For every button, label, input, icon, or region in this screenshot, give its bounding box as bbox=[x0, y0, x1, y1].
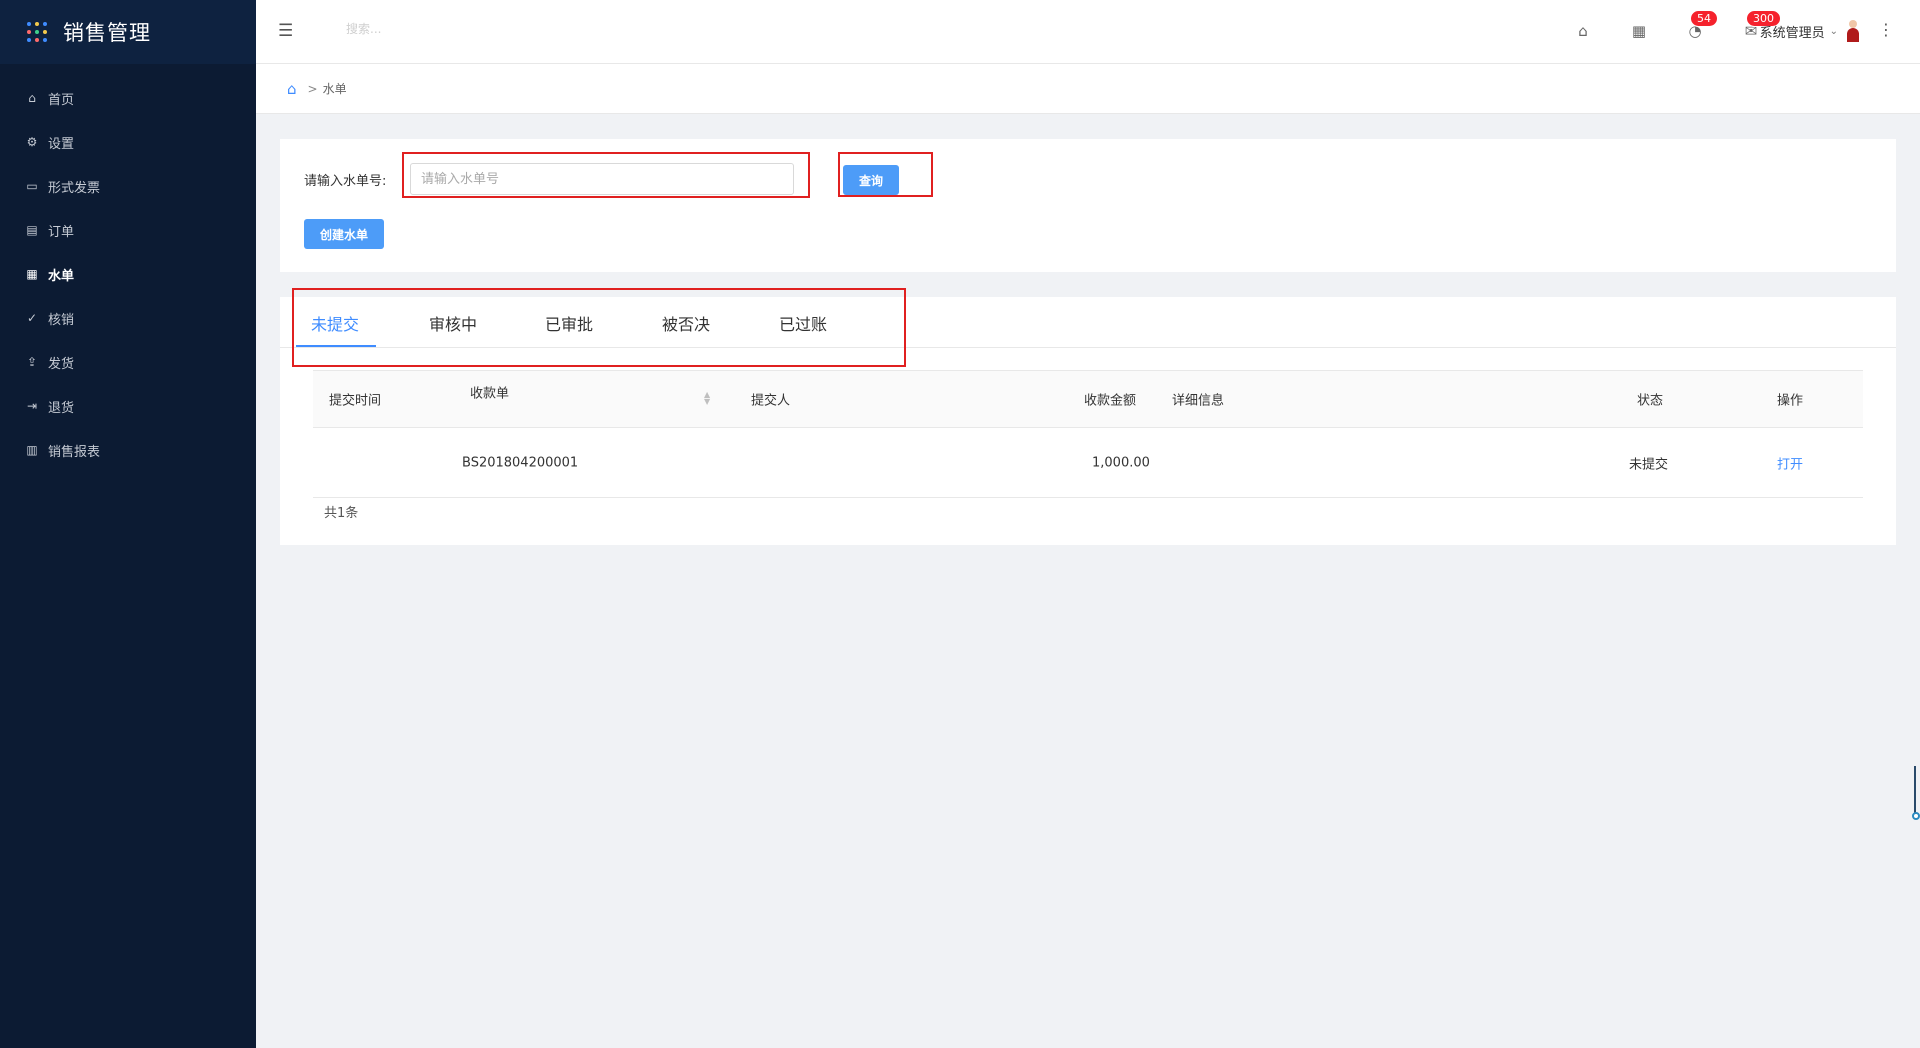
receipt-list-panel: 未提交 审核中 已审批 被否决 已过账 提交时间 收款单 ▲ ▼ 提交人 收款金额… bbox=[280, 288, 1896, 545]
sidebar-item-orders[interactable]: ▤ 订单 bbox=[0, 208, 256, 252]
sidebar-item-label: 销售报表 bbox=[48, 444, 101, 460]
sort-icon[interactable]: ▲ ▼ bbox=[704, 391, 714, 406]
column-header-submit-time: 提交时间 bbox=[329, 393, 382, 409]
sidebar-item-label: 形式发票 bbox=[48, 180, 101, 196]
cell-amount: 1,000.00 bbox=[1092, 455, 1150, 470]
tab-posted[interactable]: 已过账 bbox=[779, 311, 827, 335]
app-title: 销售管理 bbox=[63, 21, 151, 45]
home-icon[interactable]: ⌂ bbox=[287, 80, 297, 98]
column-header-submitter: 提交人 bbox=[751, 393, 791, 409]
user-name: 系统管理员 bbox=[1759, 25, 1825, 41]
gear-icon: ⚙ bbox=[26, 135, 38, 149]
sidebar-item-label: 核销 bbox=[48, 312, 75, 328]
sidebar: 销售管理 ⌂ 首页 ⚙ 设置 ▭ 形式发票 ▤ 订单 ▦ 水单 ✓ 核销 ⇪ 发货 ⇥ 退货 ▥… bbox=[0, 0, 256, 1048]
table-header: 提交时间 收款单 ▲ ▼ 提交人 收款金额 详细信息 状态 操作 bbox=[313, 370, 1863, 428]
query-button[interactable]: 查询 bbox=[843, 165, 899, 195]
sidebar-menu: ⌂ 首页 ⚙ 设置 ▭ 形式发票 ▤ 订单 ▦ 水单 ✓ 核销 ⇪ 发货 ⇥ 退货 ▥ 销售报表 bbox=[0, 76, 256, 472]
top-header: ☰ ⌂ ▦ ◔ 54 ✉ 300 系统管理员 ⌄ ⋮ bbox=[256, 0, 1920, 64]
more-vertical-icon[interactable]: ⋮ bbox=[1878, 20, 1894, 39]
sidebar-item-label: 设置 bbox=[48, 136, 75, 152]
sidebar-item-label: 首页 bbox=[48, 92, 75, 108]
breadcrumb-separator: > bbox=[307, 81, 318, 96]
sidebar-item-sales-report[interactable]: ▥ 销售报表 bbox=[0, 428, 256, 472]
sidebar-item-settings[interactable]: ⚙ 设置 bbox=[0, 120, 256, 164]
create-receipt-button[interactable]: 创建水单 bbox=[304, 219, 384, 249]
upload-icon: ⇪ bbox=[26, 355, 38, 369]
status-tabs: 未提交 审核中 已审批 被否决 已过账 bbox=[280, 297, 1896, 348]
apps-icon[interactable]: ▦ bbox=[1628, 20, 1650, 42]
sidebar-item-writeoff[interactable]: ✓ 核销 bbox=[0, 296, 256, 340]
logout-icon: ⇥ bbox=[26, 399, 38, 413]
invoice-icon: ▭ bbox=[26, 179, 38, 193]
sidebar-item-receipts[interactable]: ▦ 水单 bbox=[0, 252, 256, 296]
tab-active-indicator bbox=[296, 345, 376, 347]
table-row[interactable]: BS201804200001 1,000.00 未提交 打开 bbox=[313, 428, 1863, 498]
home-icon: ⌂ bbox=[28, 91, 36, 105]
sidebar-item-label: 水单 bbox=[48, 268, 75, 284]
receipt-number-input[interactable] bbox=[410, 163, 794, 195]
tab-not-submitted[interactable]: 未提交 bbox=[311, 311, 359, 335]
menu-fold-icon[interactable]: ☰ bbox=[278, 21, 298, 41]
header-search-input[interactable] bbox=[346, 22, 546, 36]
total-count: 共1条 bbox=[324, 506, 359, 521]
tab-rejected[interactable]: 被否决 bbox=[662, 311, 710, 335]
column-header-details: 详细信息 bbox=[1172, 393, 1225, 409]
scroll-handle[interactable] bbox=[1912, 766, 1920, 822]
column-header-actions: 操作 bbox=[1777, 393, 1804, 409]
brand[interactable]: 销售管理 bbox=[0, 0, 256, 64]
cell-receipt-no: BS201804200001 bbox=[462, 455, 579, 470]
apps-grid-icon bbox=[27, 22, 47, 42]
column-header-receipt[interactable]: 收款单 bbox=[470, 383, 509, 402]
sidebar-item-label: 退货 bbox=[48, 400, 75, 416]
column-header-amount: 收款金额 bbox=[1084, 393, 1137, 409]
cell-status: 未提交 bbox=[1629, 457, 1669, 472]
open-link[interactable]: 打开 bbox=[1777, 453, 1803, 472]
receipt-icon: ▦ bbox=[26, 267, 38, 281]
column-header-status: 状态 bbox=[1637, 393, 1664, 409]
sidebar-item-shipping[interactable]: ⇪ 发货 bbox=[0, 340, 256, 384]
sidebar-item-returns[interactable]: ⇥ 退货 bbox=[0, 384, 256, 428]
bar-chart-icon: ▥ bbox=[26, 443, 38, 457]
sidebar-item-proforma-invoice[interactable]: ▭ 形式发票 bbox=[0, 164, 256, 208]
sidebar-item-label: 订单 bbox=[48, 224, 75, 240]
tab-approved[interactable]: 已审批 bbox=[545, 311, 593, 335]
notification-badge: 54 bbox=[1690, 10, 1718, 27]
home-icon[interactable]: ⌂ bbox=[1572, 20, 1594, 42]
search-panel: 请输入水单号: 查询 创建水单 bbox=[280, 139, 1896, 272]
avatar bbox=[1846, 20, 1860, 42]
breadcrumb-current: 水单 bbox=[322, 82, 347, 96]
tab-under-review[interactable]: 审核中 bbox=[429, 311, 477, 335]
sidebar-item-label: 发货 bbox=[48, 356, 75, 372]
receipt-number-label: 请输入水单号: bbox=[304, 174, 387, 189]
breadcrumb: ⌂ > 水单 bbox=[256, 64, 1920, 114]
user-menu[interactable]: 系统管理员 ⌄ bbox=[1760, 20, 1860, 42]
bell-icon[interactable]: ◔ 54 bbox=[1684, 10, 1718, 42]
order-icon: ▤ bbox=[26, 223, 38, 237]
receipt-table: 提交时间 收款单 ▲ ▼ 提交人 收款金额 详细信息 状态 操作 BS201804… bbox=[313, 370, 1863, 498]
check-circle-icon: ✓ bbox=[26, 311, 38, 325]
chevron-down-icon: ⌄ bbox=[1829, 25, 1838, 37]
sidebar-item-home[interactable]: ⌂ 首页 bbox=[0, 76, 256, 120]
